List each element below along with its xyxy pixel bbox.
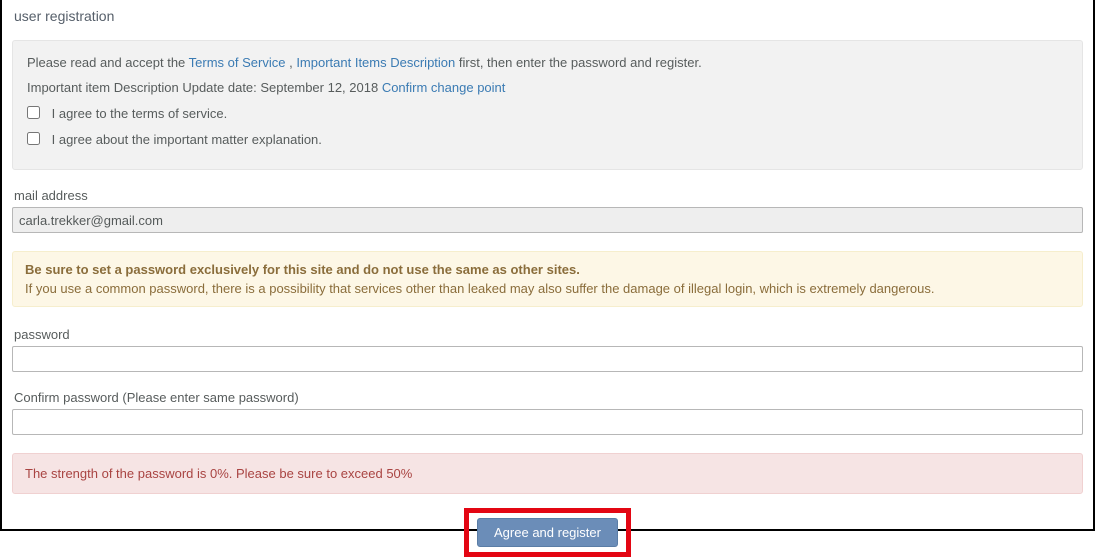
update-prefix: Important item Description Update date: … bbox=[27, 80, 382, 95]
registration-page: user registration Please read and accept… bbox=[0, 0, 1095, 531]
terms-of-service-link[interactable]: Terms of Service bbox=[189, 55, 286, 70]
mail-input bbox=[12, 207, 1083, 233]
confirm-password-input[interactable] bbox=[12, 409, 1083, 435]
password-label: password bbox=[14, 327, 1083, 342]
info-prefix: Please read and accept the bbox=[27, 55, 189, 70]
password-block: password bbox=[12, 327, 1083, 372]
password-warning-box: Be sure to set a password exclusively fo… bbox=[12, 251, 1083, 307]
info-box: Please read and accept the Terms of Serv… bbox=[12, 40, 1083, 170]
submit-wrap: Agree and register bbox=[12, 508, 1083, 557]
mail-label: mail address bbox=[14, 188, 1083, 203]
info-line-1: Please read and accept the Terms of Serv… bbox=[27, 55, 1068, 70]
info-suffix: first, then enter the password and regis… bbox=[455, 55, 701, 70]
mail-block: mail address bbox=[12, 188, 1083, 233]
password-strength-text: The strength of the password is 0%. Plea… bbox=[25, 466, 412, 481]
info-comma: , bbox=[285, 55, 296, 70]
confirm-change-link[interactable]: Confirm change point bbox=[382, 80, 506, 95]
submit-highlight: Agree and register bbox=[464, 508, 631, 557]
agree-matter-label[interactable]: I agree about the important matter expla… bbox=[52, 132, 322, 147]
agree-tos-label[interactable]: I agree to the terms of service. bbox=[52, 106, 228, 121]
agree-register-button[interactable]: Agree and register bbox=[477, 518, 618, 547]
agree-matter-checkbox[interactable] bbox=[27, 132, 40, 145]
password-strength-box: The strength of the password is 0%. Plea… bbox=[12, 453, 1083, 494]
password-input[interactable] bbox=[12, 346, 1083, 372]
confirm-password-block: Confirm password (Please enter same pass… bbox=[12, 390, 1083, 435]
agree-matter-row: I agree about the important matter expla… bbox=[27, 131, 1068, 147]
warning-text: If you use a common password, there is a… bbox=[25, 281, 1070, 296]
warning-title: Be sure to set a password exclusively fo… bbox=[25, 262, 1070, 277]
page-title: user registration bbox=[14, 8, 1083, 24]
agree-tos-row: I agree to the terms of service. bbox=[27, 105, 1068, 121]
important-items-link[interactable]: Important Items Description bbox=[296, 55, 455, 70]
info-line-2: Important item Description Update date: … bbox=[27, 80, 1068, 95]
confirm-password-label: Confirm password (Please enter same pass… bbox=[14, 390, 1083, 405]
agree-tos-checkbox[interactable] bbox=[27, 106, 40, 119]
